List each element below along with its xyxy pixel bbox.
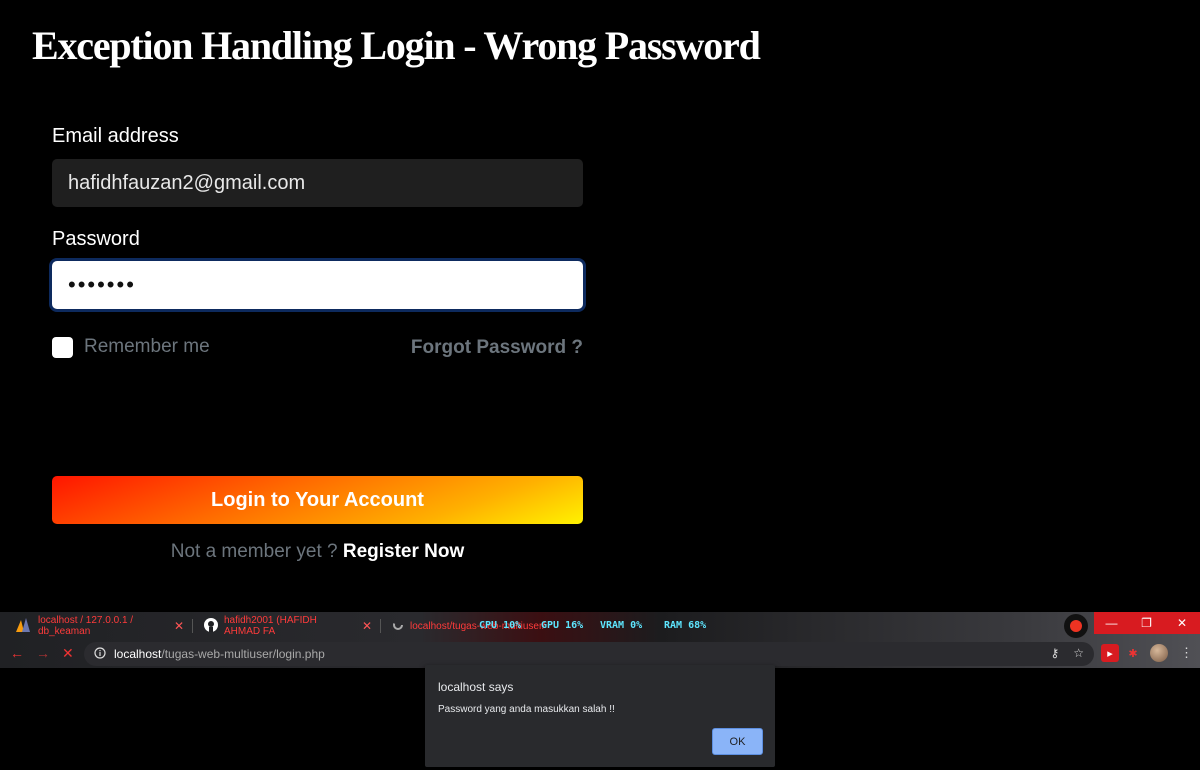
restore-button[interactable]: ❐ — [1129, 612, 1164, 634]
password-label: Password — [52, 228, 140, 250]
close-window-button[interactable]: ✕ — [1164, 612, 1200, 634]
tab-strip: localhost / 127.0.0.1 / db_keaman ✕ hafi… — [0, 612, 1200, 640]
loading-icon — [392, 619, 404, 634]
tab-divider — [192, 619, 193, 633]
email-field[interactable]: hafidhfauzan2@gmail.com — [52, 159, 583, 207]
info-icon[interactable] — [94, 646, 106, 662]
record-icon[interactable] — [1064, 614, 1088, 638]
remember-checkbox[interactable] — [52, 336, 73, 358]
url-path: /tugas-web-multiuser/login.php — [161, 647, 325, 661]
tab-close-icon[interactable]: ✕ — [362, 619, 372, 633]
forward-icon[interactable]: → — [36, 645, 50, 661]
tab-title: hafidh2001 (HAFIDH AHMAD FA — [224, 615, 317, 637]
dialog-message: Password yang anda masukkan salah !! — [438, 704, 615, 715]
alert-dialog: localhost says Password yang anda masukk… — [425, 665, 775, 767]
address-bar-row: ← → ✕ localhost/tugas-web-multiuser/logi… — [0, 640, 1200, 668]
forgot-password-link[interactable]: Forgot Password ? — [411, 337, 583, 359]
key-icon[interactable]: ⚷ — [1050, 646, 1059, 660]
puzzle-extension-icon[interactable]: ✱ — [1124, 644, 1142, 662]
url-host: localhost — [114, 647, 162, 661]
stop-icon[interactable]: ✕ — [62, 645, 74, 662]
cpu-readout: CPU 10% — [479, 620, 522, 631]
signup-prompt: Not a member yet ? Register Now — [52, 541, 583, 563]
password-field[interactable]: ••••••• — [52, 261, 583, 309]
tab-divider — [380, 619, 381, 633]
page-title: Exception Handling Login - Wrong Passwor… — [32, 23, 761, 68]
tab-title: localhost/tugas-web-multiuser/ — [410, 620, 546, 632]
phpmyadmin-icon — [16, 617, 32, 635]
tab-close-icon[interactable]: ✕ — [174, 619, 184, 633]
signup-prompt-text: Not a member yet ? — [170, 541, 338, 562]
remember-label: Remember me — [84, 336, 210, 357]
avatar[interactable] — [1150, 644, 1168, 662]
tab-github[interactable]: hafidh2001 (HAFIDH AHMAD FA ✕ — [196, 612, 380, 640]
dialog-title: localhost says — [438, 680, 514, 694]
login-button[interactable]: Login to Your Account — [52, 476, 583, 524]
ram-readout: RAM 68% — [664, 620, 707, 631]
github-icon — [204, 617, 218, 635]
register-link[interactable]: Register Now — [343, 541, 464, 562]
tab-title: localhost / 127.0.0.1 / db_keaman — [38, 615, 134, 637]
url-bar[interactable]: localhost/tugas-web-multiuser/login.php … — [84, 642, 1094, 666]
menu-icon[interactable]: ⋮ — [1180, 645, 1193, 661]
email-label: Email address — [52, 125, 179, 147]
ok-button[interactable]: OK — [712, 728, 763, 755]
browser-chrome: localhost / 127.0.0.1 / db_keaman ✕ hafi… — [0, 612, 1200, 668]
back-icon[interactable]: ← — [10, 645, 24, 661]
extension-icon[interactable]: ▸ — [1101, 644, 1119, 662]
minimize-button[interactable]: — — [1094, 612, 1129, 634]
remember-me[interactable]: Remember me — [52, 336, 210, 358]
bookmark-star-icon[interactable]: ☆ — [1073, 646, 1084, 660]
tab-phpmyadmin[interactable]: localhost / 127.0.0.1 / db_keaman ✕ — [8, 612, 192, 640]
vram-readout: VRAM 0% — [600, 620, 643, 631]
gpu-readout: GPU 16% — [541, 620, 584, 631]
